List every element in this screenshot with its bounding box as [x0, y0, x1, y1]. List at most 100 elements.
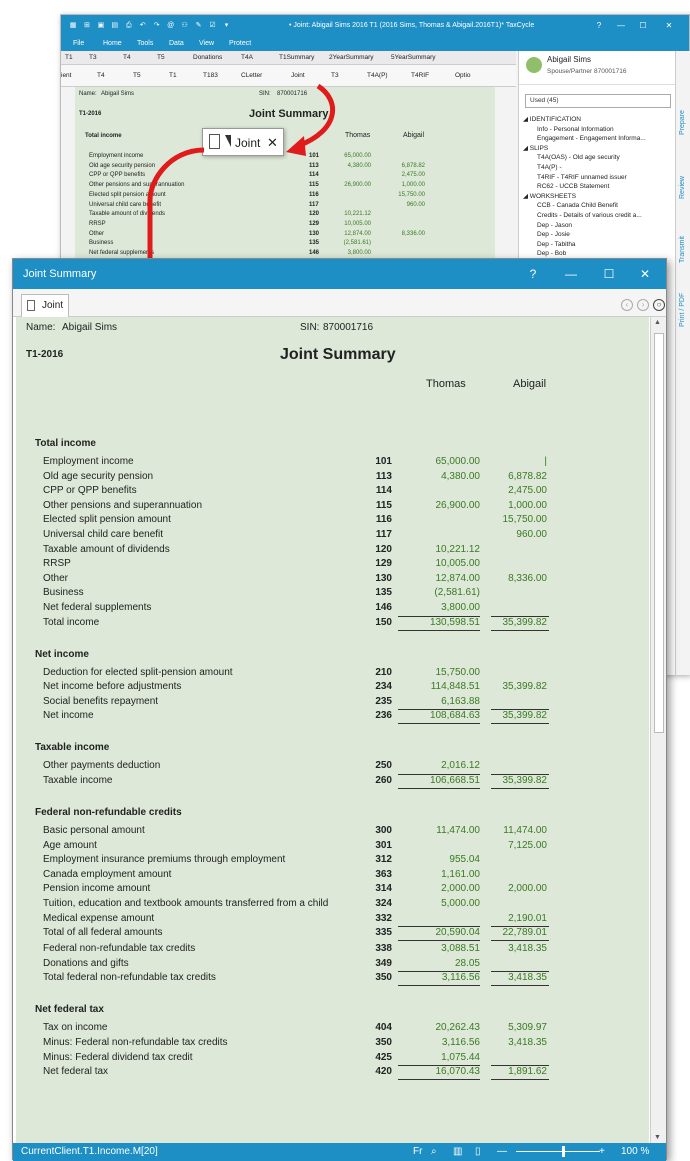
- abigail-value[interactable]: 3,418.35: [482, 1035, 547, 1050]
- new-icon[interactable]: ⊞: [81, 15, 93, 37]
- abigail-value[interactable]: 6,878.82: [482, 469, 547, 484]
- thomas-value[interactable]: 3,116.56: [404, 1035, 480, 1050]
- panel-form-item[interactable]: Dep - Josie: [537, 230, 570, 239]
- dropdown-icon[interactable]: ▾: [220, 15, 232, 37]
- tab-options[interactable]: Optio: [455, 65, 471, 87]
- forward-icon[interactable]: ›: [637, 299, 649, 311]
- tab-client[interactable]: ient: [61, 65, 71, 87]
- vertical-scrollbar[interactable]: ▲ ▼: [650, 317, 666, 1143]
- thomas-value[interactable]: 3,800.00: [404, 600, 480, 615]
- help-button[interactable]: ?: [589, 15, 609, 37]
- tab-t4rif[interactable]: T4RIF: [411, 65, 429, 87]
- scroll-up-icon[interactable]: ▲: [654, 319, 661, 326]
- abigail-value[interactable]: 1,000.00: [482, 498, 547, 513]
- thomas-value[interactable]: 6,163.88: [404, 694, 480, 709]
- mobile-view-icon[interactable]: ▯: [475, 1143, 481, 1161]
- thomas-value[interactable]: 1,161.00: [404, 867, 480, 882]
- thomas-value[interactable]: 4,380.00: [404, 469, 480, 484]
- abigail-value[interactable]: 2,475.00: [482, 483, 547, 498]
- tab-joint[interactable]: Joint: [291, 65, 305, 87]
- abigail-value[interactable]: 960.00: [482, 527, 547, 542]
- panel-form-item[interactable]: Dep - Tabitha: [537, 240, 576, 249]
- abigail-value[interactable]: |: [482, 454, 547, 469]
- panel-form-item[interactable]: T4A(OAS) - Old age security: [537, 153, 620, 162]
- tab-5yearsummary[interactable]: 5YearSummary: [391, 51, 436, 65]
- abigail-value[interactable]: 3,418.35: [482, 941, 547, 956]
- tab-cletter[interactable]: CLetter: [241, 65, 262, 87]
- thomas-value[interactable]: 3,116.56: [404, 970, 480, 985]
- zoom-slider[interactable]: [516, 1151, 600, 1152]
- thomas-value[interactable]: 108,684.63: [404, 708, 480, 723]
- menu-data[interactable]: Data: [169, 37, 184, 51]
- save-icon[interactable]: ▣: [95, 15, 107, 37]
- view-close-button[interactable]: ✕: [633, 259, 657, 289]
- tab-t3-form[interactable]: T3: [331, 65, 339, 87]
- abigail-value[interactable]: 35,399.82: [482, 773, 548, 788]
- abigail-value[interactable]: 11,474.00: [482, 823, 547, 838]
- thomas-value[interactable]: 106,668.51: [404, 773, 480, 788]
- thomas-value[interactable]: 130,598.51: [404, 615, 480, 630]
- close-icon[interactable]: ✕: [267, 129, 278, 157]
- panel-form-item[interactable]: Dep - Jason: [537, 221, 572, 230]
- view-help-button[interactable]: ?: [521, 259, 545, 289]
- page-view-icon[interactable]: ▥: [453, 1143, 462, 1161]
- tab-donations[interactable]: Donations: [193, 51, 222, 65]
- redo-icon[interactable]: ↷: [151, 15, 163, 37]
- abigail-value[interactable]: 35,399.82: [482, 708, 548, 723]
- check-icon[interactable]: ☑: [207, 15, 219, 37]
- tab-t1summary[interactable]: T1Summary: [279, 51, 314, 65]
- tab-2yearsummary[interactable]: 2YearSummary: [329, 51, 374, 65]
- thomas-value[interactable]: 10,005.00: [404, 556, 481, 571]
- thomas-value[interactable]: 3,088.51: [404, 941, 480, 956]
- thomas-value[interactable]: 2,016.12: [404, 758, 480, 773]
- scrollbar-thumb[interactable]: [654, 333, 664, 733]
- back-icon[interactable]: ‹: [621, 299, 633, 311]
- abigail-value[interactable]: 7,125.00: [482, 838, 547, 853]
- panel-form-item[interactable]: CCB - Canada Child Benefit: [537, 201, 618, 210]
- thomas-value[interactable]: 28.05: [404, 956, 480, 971]
- zoom-slider-handle[interactable]: [562, 1146, 566, 1157]
- thomas-value[interactable]: 1,075.44: [404, 1050, 480, 1065]
- tab-t4-form[interactable]: T4: [97, 65, 105, 87]
- panel-form-item[interactable]: Info - Personal Information: [537, 125, 614, 134]
- scroll-down-icon[interactable]: ▼: [654, 1134, 661, 1141]
- menu-home[interactable]: Home: [103, 37, 122, 51]
- transmit-tab[interactable]: Transmit: [679, 236, 686, 263]
- tab-t5-form[interactable]: T5: [133, 65, 141, 87]
- menu-tools[interactable]: Tools: [137, 37, 153, 51]
- thomas-value[interactable]: 26,900.00: [404, 498, 481, 513]
- language-toggle[interactable]: Fr: [413, 1143, 422, 1161]
- people-icon[interactable]: ⚇: [179, 15, 191, 37]
- abigail-value[interactable]: 15,750.00: [482, 512, 548, 527]
- thomas-value[interactable]: 11,474.00: [404, 823, 480, 838]
- panel-form-item[interactable]: T4A(P) -: [537, 163, 562, 172]
- abigail-value[interactable]: 5,309.97: [482, 1020, 547, 1035]
- review-tab[interactable]: Review: [679, 176, 686, 199]
- abigail-value[interactable]: 35,399.82: [482, 615, 548, 630]
- tab-t4a[interactable]: T4A: [241, 51, 253, 65]
- tab-t1[interactable]: T1: [65, 51, 73, 65]
- tab-t5[interactable]: T5: [157, 51, 165, 65]
- thomas-value[interactable]: 955.04: [404, 852, 480, 867]
- thomas-value[interactable]: 65,000.00: [404, 454, 481, 469]
- menu-file[interactable]: File: [73, 37, 84, 51]
- abigail-value[interactable]: 1,891.62: [482, 1064, 547, 1079]
- print-icon[interactable]: ⎙: [123, 15, 135, 37]
- tab-t4a-p[interactable]: T4A(P): [367, 65, 388, 87]
- close-button[interactable]: ✕: [659, 15, 679, 37]
- panel-form-item[interactable]: T4RIF - T4RIF unnamed issuer: [537, 173, 627, 182]
- refresh-icon[interactable]: ○: [653, 299, 665, 311]
- abigail-value[interactable]: 3,418.35: [482, 970, 547, 985]
- panel-form-item[interactable]: Engagement - Engagement Informa...: [537, 134, 646, 143]
- tab-t3[interactable]: T3: [89, 51, 97, 65]
- minimize-button[interactable]: —: [611, 15, 631, 37]
- zoom-out-button[interactable]: —: [497, 1143, 507, 1161]
- thomas-value[interactable]: (2,581.61): [404, 585, 480, 600]
- undo-icon[interactable]: ↶: [137, 15, 149, 37]
- prepare-tab[interactable]: Prepare: [679, 110, 686, 135]
- abigail-value[interactable]: 35,399.82: [482, 679, 548, 694]
- thomas-value[interactable]: 12,874.00: [404, 571, 481, 586]
- thomas-value[interactable]: 20,590.04: [404, 925, 481, 940]
- abigail-value[interactable]: 22,789.01: [482, 925, 548, 940]
- tab-t1-form[interactable]: T1: [169, 65, 177, 87]
